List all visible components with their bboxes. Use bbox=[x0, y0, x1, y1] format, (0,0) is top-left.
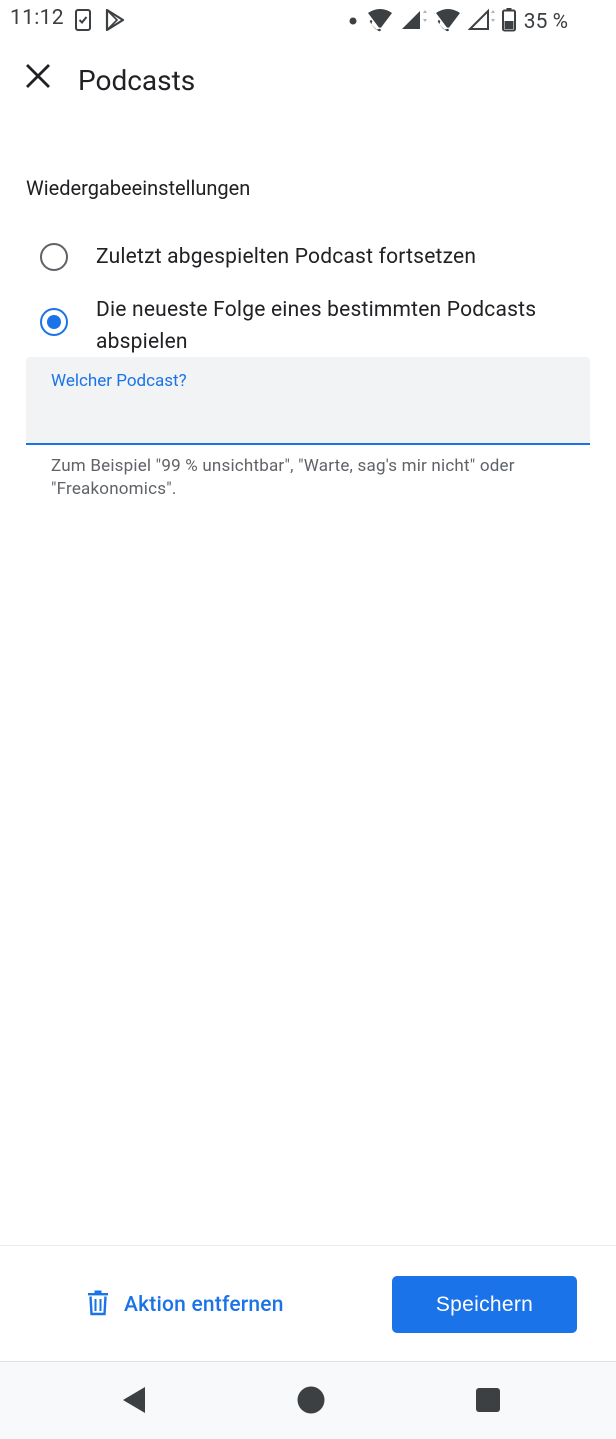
close-icon bbox=[25, 63, 51, 93]
close-button[interactable] bbox=[20, 60, 56, 96]
status-notification-icons bbox=[74, 8, 126, 36]
back-triangle-icon bbox=[120, 1385, 148, 1419]
device-check-icon bbox=[74, 8, 92, 36]
battery-icon bbox=[501, 7, 516, 37]
radio-unselected-icon[interactable] bbox=[40, 243, 68, 271]
play-store-icon bbox=[104, 8, 126, 36]
podcast-field-label: Welcher Podcast? bbox=[51, 371, 187, 391]
radio-label: Zuletzt abgespielten Podcast fortsetzen bbox=[96, 245, 477, 269]
home-circle-icon bbox=[296, 1385, 326, 1419]
remove-action-button[interactable]: Aktion entfernen bbox=[86, 1280, 284, 1330]
recents-square-icon bbox=[474, 1386, 502, 1418]
trash-icon bbox=[86, 1290, 110, 1320]
remove-action-label: Aktion entfernen bbox=[124, 1293, 284, 1317]
battery-percent: 35 % bbox=[523, 10, 568, 34]
nav-recents-button[interactable] bbox=[472, 1386, 504, 1418]
app-bar: Podcasts bbox=[0, 50, 616, 110]
divider bbox=[0, 1245, 616, 1246]
cell-signal-outline-icon bbox=[467, 7, 496, 37]
radio-dot bbox=[47, 315, 61, 329]
podcast-input[interactable] bbox=[51, 401, 561, 431]
wifi-call-icon bbox=[366, 7, 394, 37]
section-heading: Wiedergabeeinstellungen bbox=[26, 176, 251, 200]
system-nav-bar bbox=[0, 1361, 616, 1439]
nav-home-button[interactable] bbox=[295, 1386, 327, 1418]
save-button[interactable]: Speichern bbox=[392, 1276, 577, 1333]
status-time: 11:12 bbox=[10, 6, 64, 30]
status-bar: 11:12 35 % bbox=[0, 0, 616, 40]
radio-label: Die neueste Folge eines bestimmten Podca… bbox=[96, 298, 537, 354]
radio-option-latest-episode[interactable]: Die neueste Folge eines bestimmten Podca… bbox=[40, 294, 586, 358]
podcast-field[interactable]: Welcher Podcast? bbox=[26, 357, 590, 445]
radio-option-resume-last[interactable]: Zuletzt abgespielten Podcast fortsetzen bbox=[40, 243, 476, 274]
page-title: Podcasts bbox=[78, 64, 196, 97]
podcast-helper-text: Zum Beispiel "99 % unsichtbar", "Warte, … bbox=[51, 456, 515, 499]
notification-dot-icon bbox=[346, 8, 360, 36]
wifi-call-icon bbox=[434, 7, 462, 37]
nav-back-button[interactable] bbox=[118, 1386, 150, 1418]
radio-selected-icon[interactable] bbox=[40, 308, 68, 336]
cell-signal-icon bbox=[400, 7, 428, 37]
status-system-icons: 35 % bbox=[346, 7, 568, 37]
